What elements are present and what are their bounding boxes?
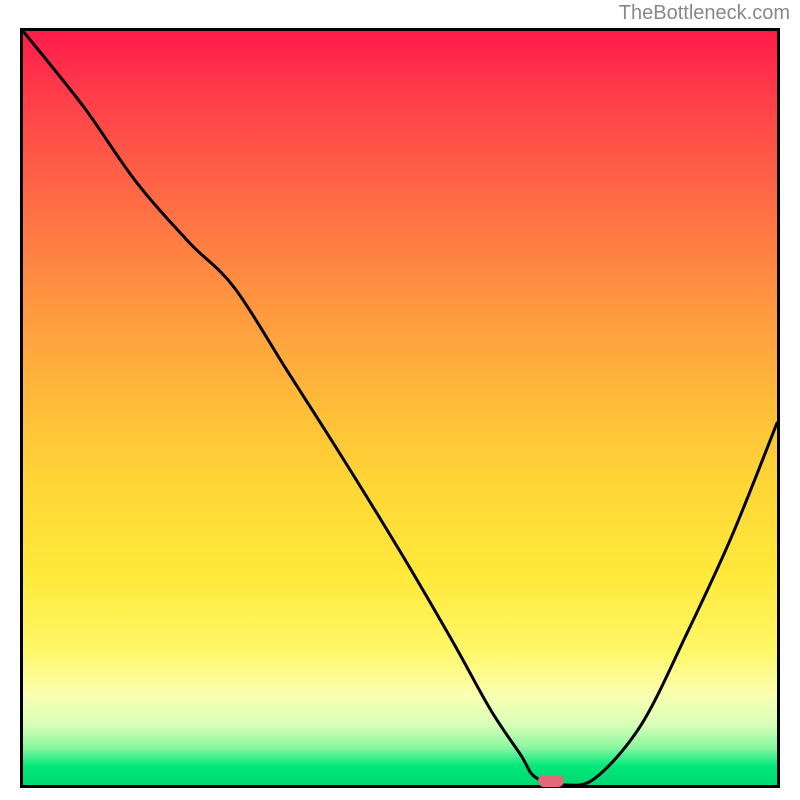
chart-gradient-background <box>23 31 777 785</box>
chart-frame <box>20 28 780 788</box>
optimal-point-marker <box>538 775 564 787</box>
watermark-text: TheBottleneck.com <box>619 2 790 25</box>
